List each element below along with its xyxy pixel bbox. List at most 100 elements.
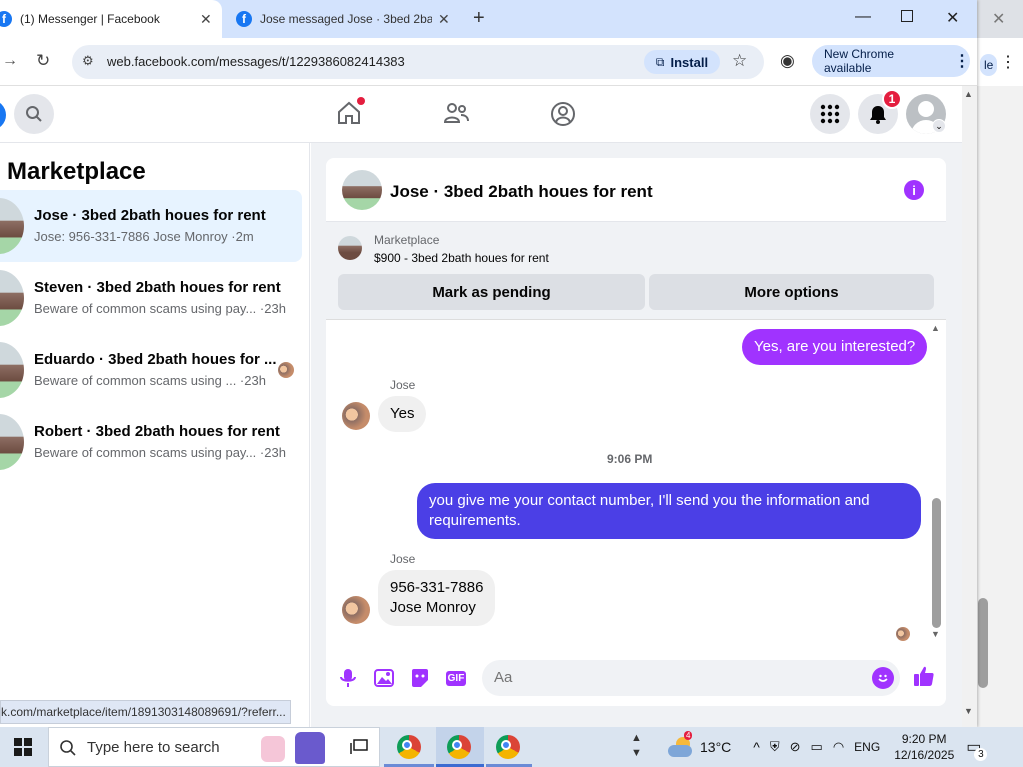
page-scrollbar[interactable]: ▲ ▼ [962,86,977,727]
url-text[interactable]: web.facebook.com/messages/t/122938608241… [107,54,405,69]
chrome-taskbar-icon[interactable] [496,735,520,759]
groups-icon[interactable] [550,101,576,132]
forward-icon[interactable]: → [2,52,18,70]
search-highlight-icon [261,736,285,762]
listing-banner: Marketplace $900 - 3bed 2bath houes for … [326,222,946,320]
temperature[interactable]: 13°C [700,739,731,755]
chat-avatar[interactable] [342,170,382,210]
conversation-item-jose[interactable]: Jose · 3bed 2bath houes for rent Jose: 9… [0,190,302,262]
clock[interactable]: 9:20 PM 12/16/2025 [894,731,954,763]
site-settings-icon[interactable]: ⚙ [82,53,94,69]
facebook-icon: f [0,11,12,27]
scrollbar-thumb[interactable] [978,598,988,688]
facebook-header: 1 ⌄ [0,86,962,143]
search-highlight-icon [295,732,325,764]
thumbs-up-icon[interactable] [912,664,936,688]
home-notification-dot [357,97,365,105]
listing-thumbnail[interactable] [338,236,362,260]
chrome-taskbar-icon[interactable] [397,735,421,759]
system-tray: 13°C ^ ⛨ ⊘ ▭ ◠ ENG 9:20 PM 12/16/2025 ▭ 3 [700,727,988,767]
listing-thumbnail [0,270,24,326]
listing-price-title[interactable]: $900 - 3bed 2bath houes for rent [374,251,549,265]
sender-avatar[interactable] [342,596,370,624]
sender-name: Jose [390,378,416,392]
incoming-message[interactable]: Yes [378,396,427,432]
chat-title[interactable]: Jose · 3bed 2bath houes for rent [390,182,653,202]
message-input-box[interactable] [482,660,900,696]
conversation-list-panel: Marketplace Jose · 3bed 2bath houes for … [0,143,310,727]
menu-grid-icon[interactable] [810,94,850,134]
emoji-icon[interactable] [872,667,894,689]
home-icon[interactable] [336,97,365,131]
tab-title: (1) Messenger | Facebook [20,12,160,26]
mark-as-pending-button[interactable]: Mark as pending [338,274,645,310]
bookmark-star-icon[interactable]: ☆ [732,51,747,71]
reload-icon[interactable]: ↻ [36,51,50,71]
facebook-logo-icon[interactable] [0,100,6,130]
scroll-down-icon[interactable]: ▼ [964,706,973,716]
new-tab-icon[interactable]: + [473,7,485,30]
windows-start-icon[interactable] [14,738,32,761]
scroll-up-icon[interactable]: ▲ [964,89,973,99]
profile-label: le [980,54,998,76]
address-bar[interactable]: ⚙ web.facebook.com/messages/t/1229386082… [72,45,764,79]
close-tab-icon[interactable]: ✕ [438,11,450,28]
close-icon[interactable]: ✕ [992,9,1005,29]
network-off-icon[interactable]: ⊘ [790,739,801,755]
close-tab-icon[interactable]: ✕ [200,11,212,28]
incoming-message-contact[interactable]: 956-331-7886 Jose Monroy [378,570,496,626]
more-options-button[interactable]: More options [649,274,934,310]
close-window-icon[interactable]: ✕ [946,8,959,28]
conversation-item-eduardo[interactable]: Eduardo · 3bed 2bath houes for ... Bewar… [0,334,302,406]
chat-window: Jose · 3bed 2bath houes for rent i Marke… [326,158,946,706]
message-input[interactable] [494,669,854,686]
friends-icon[interactable] [443,101,469,130]
language-indicator[interactable]: ENG [854,740,880,754]
scroll-down-icon[interactable]: ▼ [931,629,940,639]
outgoing-message[interactable]: Yes, are you interested? [742,329,928,365]
chevron-down-icon[interactable]: ⌄ [932,119,946,133]
browser-toolbar: → ↻ ⚙ web.facebook.com/messages/t/122938… [0,38,977,86]
security-icon[interactable]: ⛨ [770,739,780,755]
tab-strip: f (1) Messenger | Facebook ✕ f Jose mess… [0,0,977,38]
facebook-icon: f [236,11,252,27]
taskbar-search[interactable]: Type here to search [48,727,380,767]
conversation-item-robert[interactable]: Robert · 3bed 2bath houes for rent Bewar… [0,406,302,478]
minimize-icon[interactable]: — [855,8,871,26]
conversation-item-steven[interactable]: Steven · 3bed 2bath houes for rent Bewar… [0,262,302,334]
notification-center-icon[interactable]: ▭ 3 [966,737,988,761]
search-icon [60,740,76,756]
tray-expand-icon[interactable]: ▲ ▼ [631,731,642,761]
tab-messenger[interactable]: f (1) Messenger | Facebook ✕ [0,0,222,38]
windows-taskbar: Type here to search ▲ ▼ 4 13°C ^ ⛨ ⊘ ▭ ◠ … [0,727,1023,767]
photo-icon[interactable] [372,666,396,690]
tab-jose-message[interactable]: f Jose messaged Jose · 3bed 2ba ✕ [236,0,464,38]
status-bar-url: k.com/marketplace/item/1891303148089691/… [0,700,291,724]
menu-icon[interactable]: ⋮ [954,51,970,71]
chrome-taskbar-icon[interactable] [447,735,471,759]
listing-source: Marketplace [374,233,440,247]
seen-avatar [278,362,294,378]
info-icon[interactable]: i [904,180,924,200]
gif-icon[interactable]: GIF [444,666,468,690]
new-chrome-available-button[interactable]: New Chrome available ⋮ [812,45,970,77]
chat-scrollbar-thumb[interactable] [932,498,941,628]
maximize-icon[interactable] [901,10,913,22]
weather-icon[interactable]: 4 [668,731,694,757]
task-view-icon[interactable] [350,739,368,760]
install-icon: ⧉ [655,54,665,69]
menu-icon[interactable]: ⋮ [1000,52,1016,72]
profile-icon[interactable]: ◉ [780,51,795,71]
display-icon[interactable]: ▭ [811,739,823,755]
sender-avatar[interactable] [342,402,370,430]
microphone-icon[interactable] [336,666,360,690]
install-button[interactable]: ⧉ Install [644,50,720,74]
search-placeholder: Type here to search [87,738,220,756]
scroll-up-icon[interactable]: ▲ [931,323,940,333]
wifi-icon[interactable]: ◠ [833,739,844,755]
sticker-icon[interactable] [408,666,432,690]
chevron-up-icon[interactable]: ^ [753,739,760,755]
listing-thumbnail [0,198,24,254]
search-icon[interactable] [14,94,54,134]
outgoing-message[interactable]: you give me your contact number, I'll se… [417,483,921,539]
